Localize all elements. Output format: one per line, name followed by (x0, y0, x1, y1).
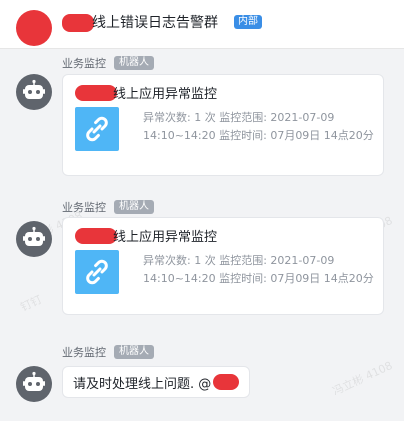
robot-icon[interactable] (16, 366, 52, 402)
sender-name[interactable]: 业务监控 (62, 344, 106, 360)
bot-tag: 机器人 (114, 345, 154, 359)
card-description: 异常次数: 1 次 监控范围: 2021-07-09 14:10~14:20 监… (143, 252, 379, 288)
text-bubble[interactable]: 请及时处理线上问题. @ (62, 366, 251, 398)
robot-icon[interactable] (16, 74, 52, 110)
sender-row: 业务监控 机器人 (62, 55, 154, 71)
card-title: 线上应用异常监控 (113, 230, 218, 245)
bot-tag: 机器人 (114, 56, 154, 70)
card-description: 异常次数: 1 次 监控范围: 2021-07-09 14:10~14:20 监… (143, 109, 379, 145)
desc-line: 异常次数: 1 次 监控范围: 2021-07-09 (143, 111, 335, 124)
internal-badge: 内部 (234, 15, 262, 29)
redaction-mark (75, 85, 117, 101)
alert-card[interactable]: 线上应用异常监控 异常次数: 1 次 监控范围: 2021-07-09 14:1… (62, 74, 384, 176)
card-title: 线上应用异常监控 (113, 87, 218, 102)
sender-name[interactable]: 业务监控 (62, 55, 106, 71)
watermark: 钉钉 (18, 292, 44, 314)
desc-line: 异常次数: 1 次 监控范围: 2021-07-09 (143, 254, 335, 267)
group-avatar[interactable] (16, 10, 52, 46)
robot-icon[interactable] (16, 221, 52, 257)
link-icon[interactable] (75, 107, 119, 151)
sender-name[interactable]: 业务监控 (62, 199, 106, 215)
watermark: 冯立彬 4108 (330, 358, 395, 398)
desc-line: 14:10~14:20 监控时间: 07月09日 14点20分 (143, 129, 374, 142)
alert-card[interactable]: 线上应用异常监控 异常次数: 1 次 监控范围: 2021-07-09 14:1… (62, 217, 384, 315)
message-text: 请及时处理线上问题. @ (73, 376, 212, 392)
desc-line: 14:10~14:20 监控时间: 07月09日 14点20分 (143, 272, 374, 285)
sender-row: 业务监控 机器人 (62, 199, 154, 215)
redaction-mark (75, 228, 117, 244)
redaction-mark (62, 14, 94, 32)
chat-header: 线上错误日志告警群 内部 (0, 0, 404, 49)
link-icon[interactable] (75, 250, 119, 294)
sender-row: 业务监控 机器人 (62, 344, 154, 360)
bot-tag: 机器人 (114, 200, 154, 214)
group-title[interactable]: 线上错误日志告警群 (92, 12, 218, 32)
redaction-mark (213, 374, 240, 390)
